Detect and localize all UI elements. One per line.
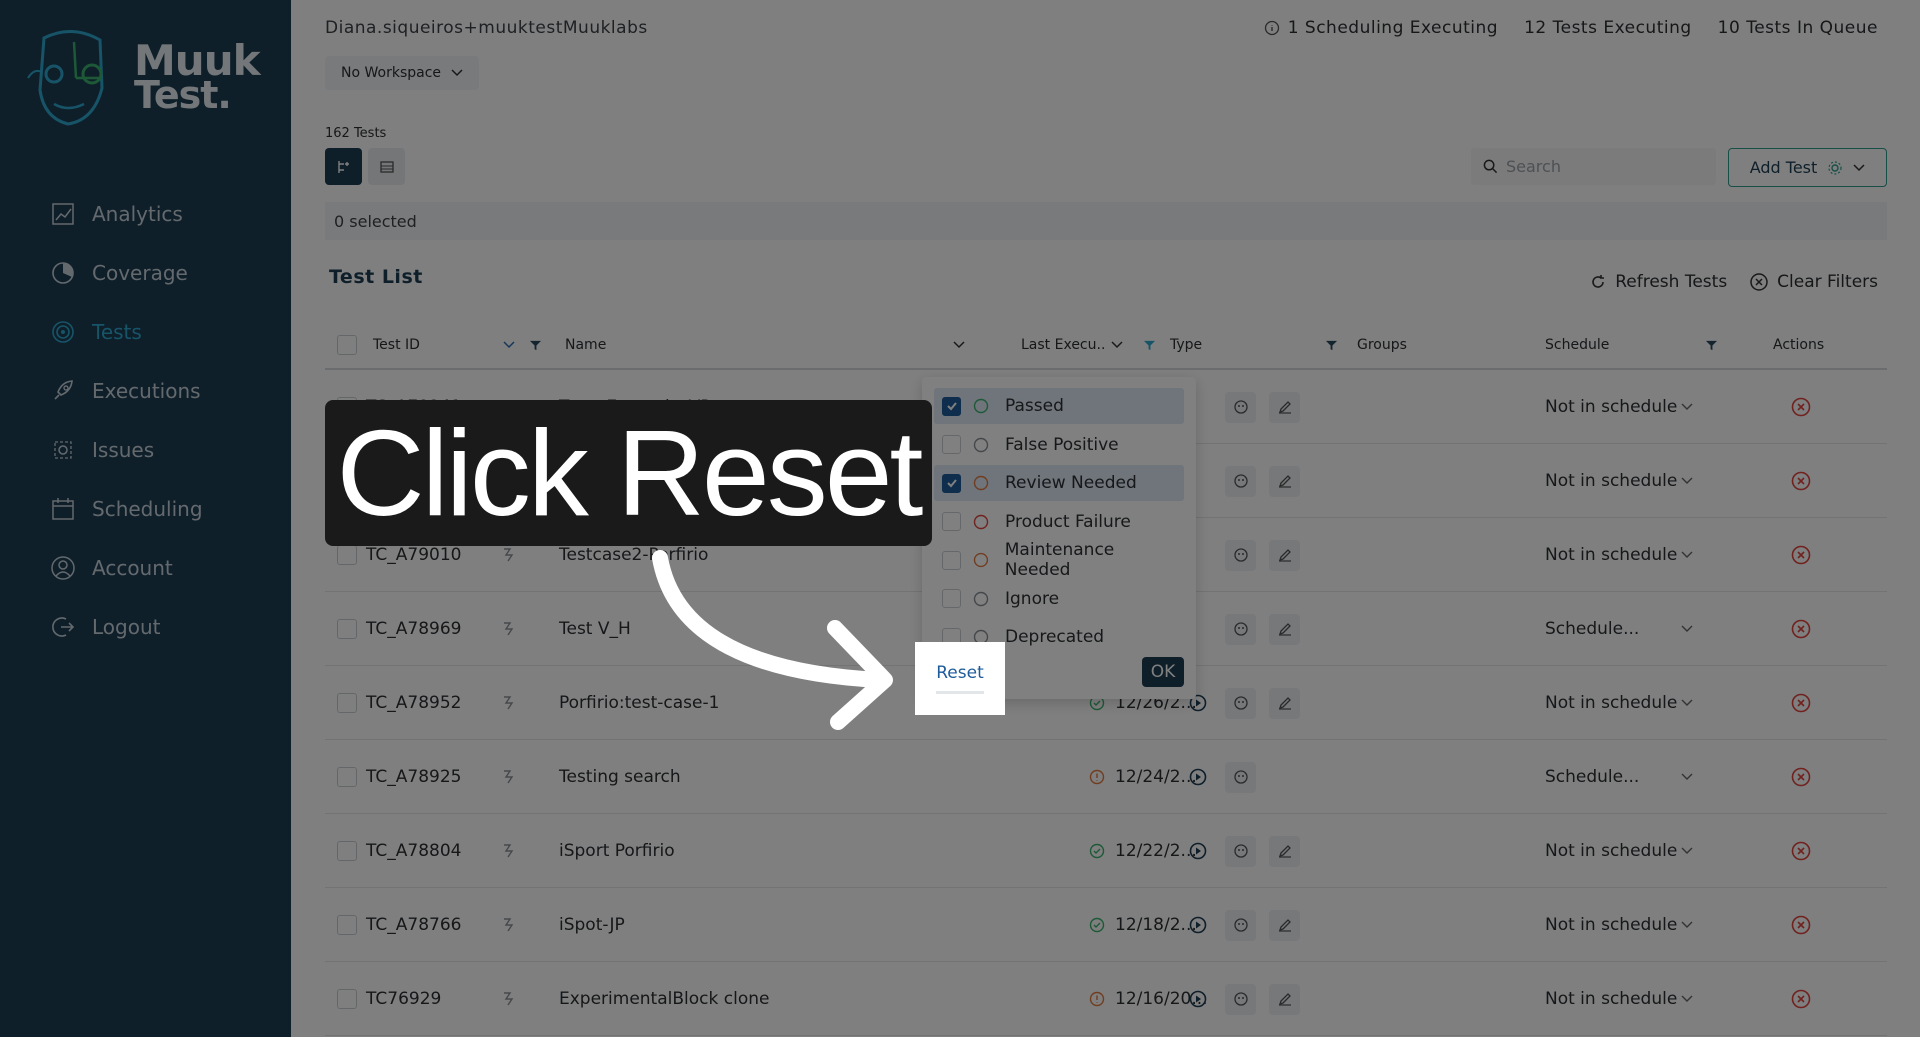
status-false-positive-icon xyxy=(973,437,989,452)
filter-option-false-positive[interactable]: False Positive xyxy=(934,427,1184,463)
filter-option-passed[interactable]: Passed xyxy=(934,388,1184,424)
filter-option-checkbox[interactable] xyxy=(942,396,961,416)
filter-option-ignore[interactable]: Ignore xyxy=(934,581,1184,617)
status-ignore-icon xyxy=(973,591,989,606)
pointer-arrow-icon xyxy=(652,550,893,730)
filter-option-maintenance-needed[interactable]: Maintenance Needed xyxy=(934,540,1184,580)
filter-option-checkbox[interactable] xyxy=(942,512,961,531)
filter-option-label: Product Failure xyxy=(1005,511,1131,532)
instruction-text: Click Reset xyxy=(336,405,924,541)
filter-option-review-needed[interactable]: Review Needed xyxy=(934,465,1184,501)
filter-option-checkbox[interactable] xyxy=(942,473,961,493)
status-product-failure-icon xyxy=(973,514,989,529)
filter-option-label: Review Needed xyxy=(1005,473,1137,493)
filter-option-label: False Positive xyxy=(1005,434,1119,455)
status-passed-icon xyxy=(973,398,989,414)
filter-option-label: Passed xyxy=(1005,396,1064,416)
filter-option-label: Maintenance Needed xyxy=(1004,540,1115,580)
filter-option-label: Ignore xyxy=(1005,588,1060,609)
reset-highlight: Reset xyxy=(915,642,1005,715)
filter-reset-button[interactable]: Reset xyxy=(936,663,984,694)
filter-ok-button[interactable]: OK xyxy=(1142,657,1184,687)
filter-option-checkbox[interactable] xyxy=(942,589,961,608)
filter-option-product-failure[interactable]: Product Failure xyxy=(934,504,1184,540)
checkmark-icon xyxy=(946,479,957,488)
status-maintenance-needed-icon xyxy=(973,552,988,568)
status-review-needed-icon xyxy=(973,475,989,491)
checkmark-icon xyxy=(946,402,957,411)
filter-option-checkbox[interactable] xyxy=(942,435,961,454)
instruction-banner: Click Reset xyxy=(325,400,932,546)
filter-option-checkbox[interactable] xyxy=(942,550,961,570)
filter-option-label: Deprecated xyxy=(1005,627,1105,647)
